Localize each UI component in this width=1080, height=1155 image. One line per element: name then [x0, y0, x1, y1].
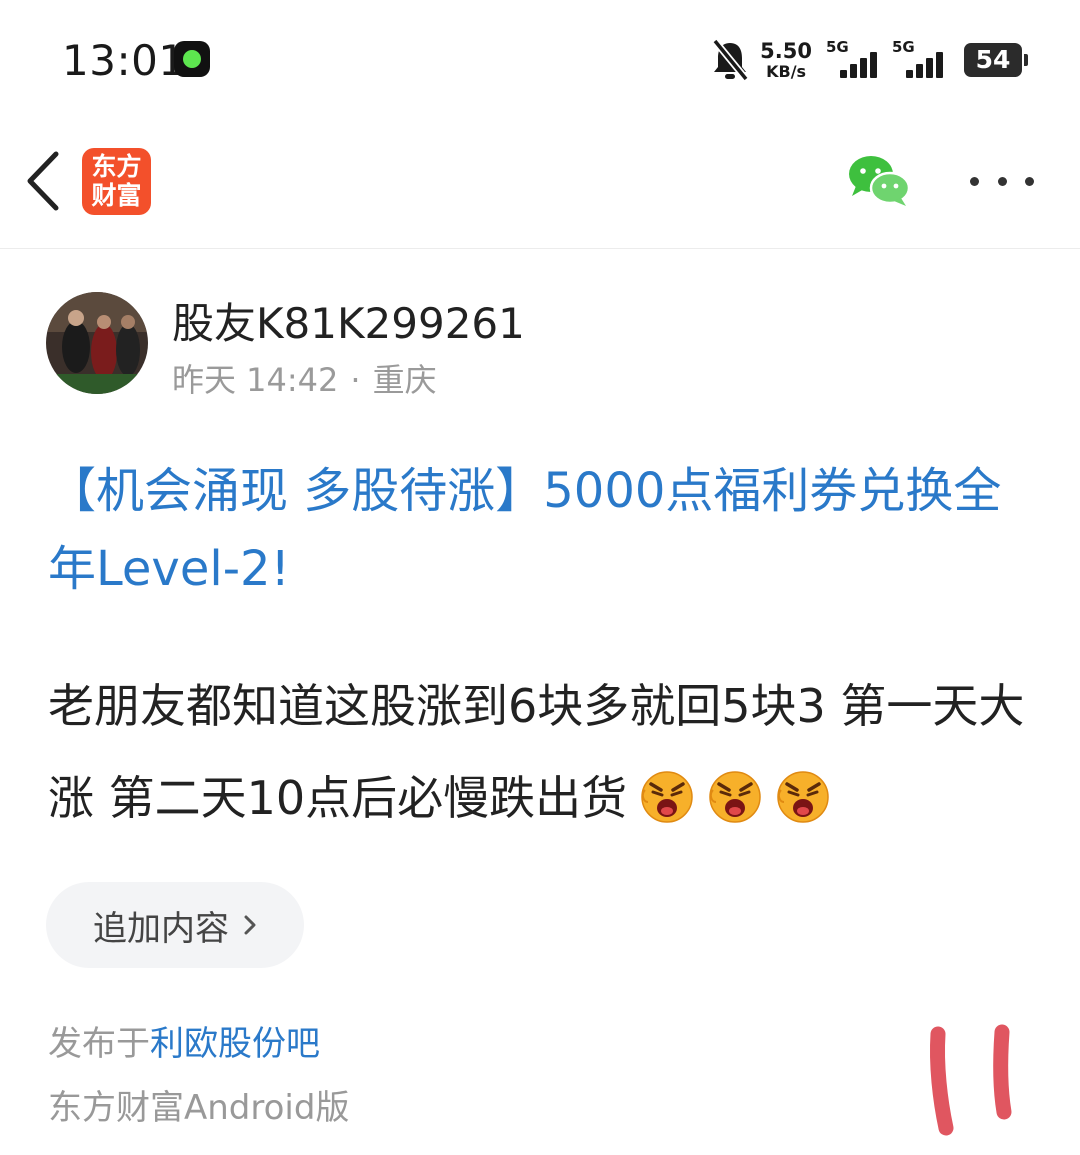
post-meta: 昨天 14:42 · 重庆 — [172, 355, 437, 401]
add-content-label: 追加内容 — [93, 908, 229, 949]
angry-face-emoji — [641, 771, 693, 823]
app-logo: 东方 财富 — [82, 148, 151, 215]
wechat-icon[interactable] — [846, 154, 912, 208]
chevron-right-icon — [244, 915, 256, 935]
avatar-image — [46, 292, 148, 394]
add-content-button[interactable]: 追加内容 — [46, 882, 304, 968]
back-icon[interactable] — [20, 148, 68, 214]
more-dot — [970, 176, 979, 186]
battery-icon: 54 — [964, 43, 1028, 77]
angry-face-emoji — [709, 771, 761, 823]
network-speed-unit: KB/s — [766, 61, 807, 81]
post-date: 昨天 14:42 — [172, 361, 339, 399]
logo-line1: 东方 — [91, 152, 142, 181]
signal-icon: 5G — [892, 38, 948, 82]
published-in: 发布于利欧股份吧 — [48, 1016, 320, 1065]
status-indicators: 5.50 KB/s 5G 5G 54 — [710, 36, 1028, 84]
silent-bell-icon — [712, 38, 749, 82]
post-body-text: 老朋友都知道这股涨到6块多就回5块3 第一天大涨 第二天10点后必慢跌出货 — [48, 679, 1025, 825]
author-name[interactable]: 股友K81K299261 — [172, 290, 525, 351]
sim2-network-label: 5G — [892, 38, 915, 56]
network-speed: 5.50 KB/s — [760, 38, 812, 81]
more-icon[interactable] — [970, 166, 1034, 196]
signal-icon: 5G — [826, 38, 882, 82]
angry-face-emoji — [777, 771, 829, 823]
post-title[interactable]: 【机会涌现 多股待涨】5000点福利券兑换全年Level-2! — [48, 452, 1038, 608]
pause-mark-icon — [929, 1024, 1012, 1136]
sim1-network-label: 5G — [826, 38, 849, 56]
battery-level: 54 — [975, 45, 1011, 74]
status-bar: 13:01 5.50 KB/s 5G 5G 54 — [0, 0, 1080, 110]
stock-bar-link[interactable]: 利欧股份吧 — [150, 1024, 320, 1064]
emoji-row — [627, 771, 831, 825]
avatar[interactable] — [46, 292, 148, 394]
platform-label: 东方财富Android版 — [48, 1088, 350, 1128]
published-prefix: 发布于 — [48, 1024, 150, 1064]
post-body: 老朋友都知道这股涨到6块多就回5块3 第一天大涨 第二天10点后必慢跌出货 — [48, 660, 1048, 844]
meta-separator: · — [350, 361, 361, 399]
network-speed-value: 5.50 — [760, 38, 812, 63]
nav-bar: 东方 财富 — [0, 120, 1080, 249]
status-time: 13:01 — [62, 36, 186, 85]
more-dot — [1025, 176, 1034, 186]
post-location: 重庆 — [372, 361, 437, 399]
more-dot — [997, 176, 1007, 186]
app-notification-icon — [174, 41, 210, 77]
logo-line2: 财富 — [91, 181, 142, 210]
